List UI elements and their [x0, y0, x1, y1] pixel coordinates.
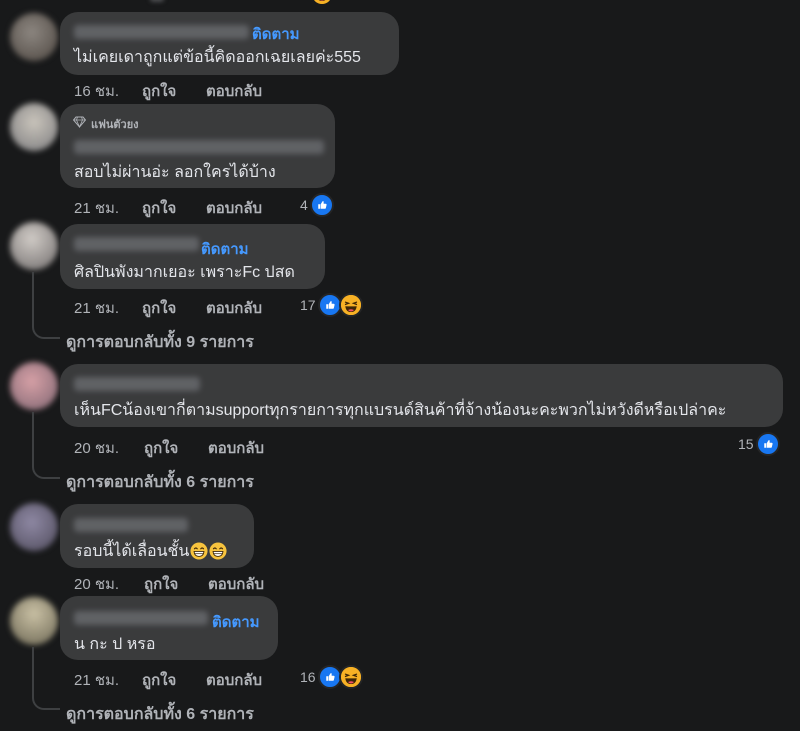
like-button[interactable]: ถูกใจ: [144, 436, 178, 460]
commenter-avatar[interactable]: [10, 597, 58, 645]
follow-link[interactable]: ติดตาม: [212, 610, 260, 634]
thread-line: [32, 272, 34, 324]
commenter-name[interactable]: [74, 611, 208, 625]
commenter-name[interactable]: [74, 518, 188, 532]
reply-button[interactable]: ตอบกลับ: [206, 668, 262, 692]
commenter-avatar[interactable]: [10, 13, 58, 61]
partial-text-fragment: [150, 0, 164, 2]
reaction-count: 16: [300, 669, 316, 685]
commenter-avatar[interactable]: [10, 222, 58, 270]
thread-connector: [32, 323, 60, 339]
thread-line: [32, 412, 34, 464]
comment-text-body: รอบนี้ได้เลื่อนชั้น: [74, 543, 190, 560]
comment-time[interactable]: 21 ชม.: [74, 196, 119, 220]
reply-button[interactable]: ตอบกลับ: [208, 572, 264, 596]
view-replies-link[interactable]: ดูการตอบกลับทั้ง 6 รายการ: [66, 702, 254, 727]
grinning-emoji-icon: [190, 542, 208, 560]
comment-text: เห็นFCน้องเขากี่ตามsupportทุกรายการทุกแบ…: [74, 402, 727, 419]
like-reaction-icon: [309, 193, 334, 217]
haha-reaction-icon: [338, 293, 363, 317]
fan-badge-label: แฟนตัวยง: [91, 119, 139, 131]
like-button[interactable]: ถูกใจ: [142, 668, 176, 692]
reaction-summary[interactable]: 15: [738, 432, 780, 456]
reaction-summary[interactable]: 17: [300, 293, 363, 317]
thread-line: [32, 647, 34, 695]
comment-text: ศิลปินพังมากเยอะ เพราะFc ปสด: [74, 264, 295, 281]
reaction-count: 17: [300, 297, 316, 313]
view-replies-link[interactable]: ดูการตอบกลับทั้ง 6 รายการ: [66, 470, 254, 495]
follow-link[interactable]: ติดตาม: [201, 237, 249, 261]
commenter-name[interactable]: [74, 25, 249, 39]
like-button[interactable]: ถูกใจ: [144, 572, 178, 596]
grinning-emoji-icon: [209, 542, 227, 560]
comment-time[interactable]: 20 ชม.: [74, 436, 119, 460]
reaction-summary[interactable]: 4: [300, 193, 334, 217]
follow-link[interactable]: ติดตาม: [252, 22, 300, 46]
commenter-avatar[interactable]: [10, 103, 58, 151]
partial-reaction-icon: [312, 0, 332, 4]
comment-text: ไม่เคยเดาถูกแต่ข้อนี้คิดออกเฉยเลยค่ะ555: [74, 49, 361, 66]
commenter-name[interactable]: [74, 237, 199, 251]
diamond-badge-icon: [72, 115, 87, 133]
commenter-name[interactable]: [74, 377, 200, 391]
comment-text: รอบนี้ได้เลื่อนชั้น: [74, 539, 227, 564]
reaction-count: 15: [738, 436, 754, 452]
comment-text: น กะ ป หรอ: [74, 636, 156, 653]
comment-time[interactable]: 21 ชม.: [74, 296, 119, 320]
view-replies-link[interactable]: ดูการตอบกลับทั้ง 9 รายการ: [66, 330, 254, 355]
reply-button[interactable]: ตอบกลับ: [206, 296, 262, 320]
like-reaction-icon: [755, 432, 780, 456]
reaction-summary[interactable]: 16: [300, 665, 363, 689]
reply-button[interactable]: ตอบกลับ: [206, 79, 262, 103]
commenter-name[interactable]: [74, 140, 324, 154]
thread-connector: [32, 463, 60, 479]
commenter-avatar[interactable]: [10, 503, 58, 551]
comment-time[interactable]: 20 ชม.: [74, 572, 119, 596]
like-button[interactable]: ถูกใจ: [142, 296, 176, 320]
thread-connector: [32, 694, 60, 710]
comment-text: สอบไม่ผ่านอ่ะ ลอกใครได้บ้าง: [74, 164, 276, 181]
like-button[interactable]: ถูกใจ: [142, 79, 176, 103]
reply-button[interactable]: ตอบกลับ: [206, 196, 262, 220]
haha-reaction-icon: [338, 665, 363, 689]
commenter-avatar[interactable]: [10, 362, 58, 410]
like-reaction-icon: [317, 293, 342, 317]
comment-time[interactable]: 16 ชม.: [74, 79, 119, 103]
like-reaction-icon: [317, 665, 342, 689]
reply-button[interactable]: ตอบกลับ: [208, 436, 264, 460]
reaction-count: 4: [300, 197, 308, 213]
comment-time[interactable]: 21 ชม.: [74, 668, 119, 692]
like-button[interactable]: ถูกใจ: [142, 196, 176, 220]
